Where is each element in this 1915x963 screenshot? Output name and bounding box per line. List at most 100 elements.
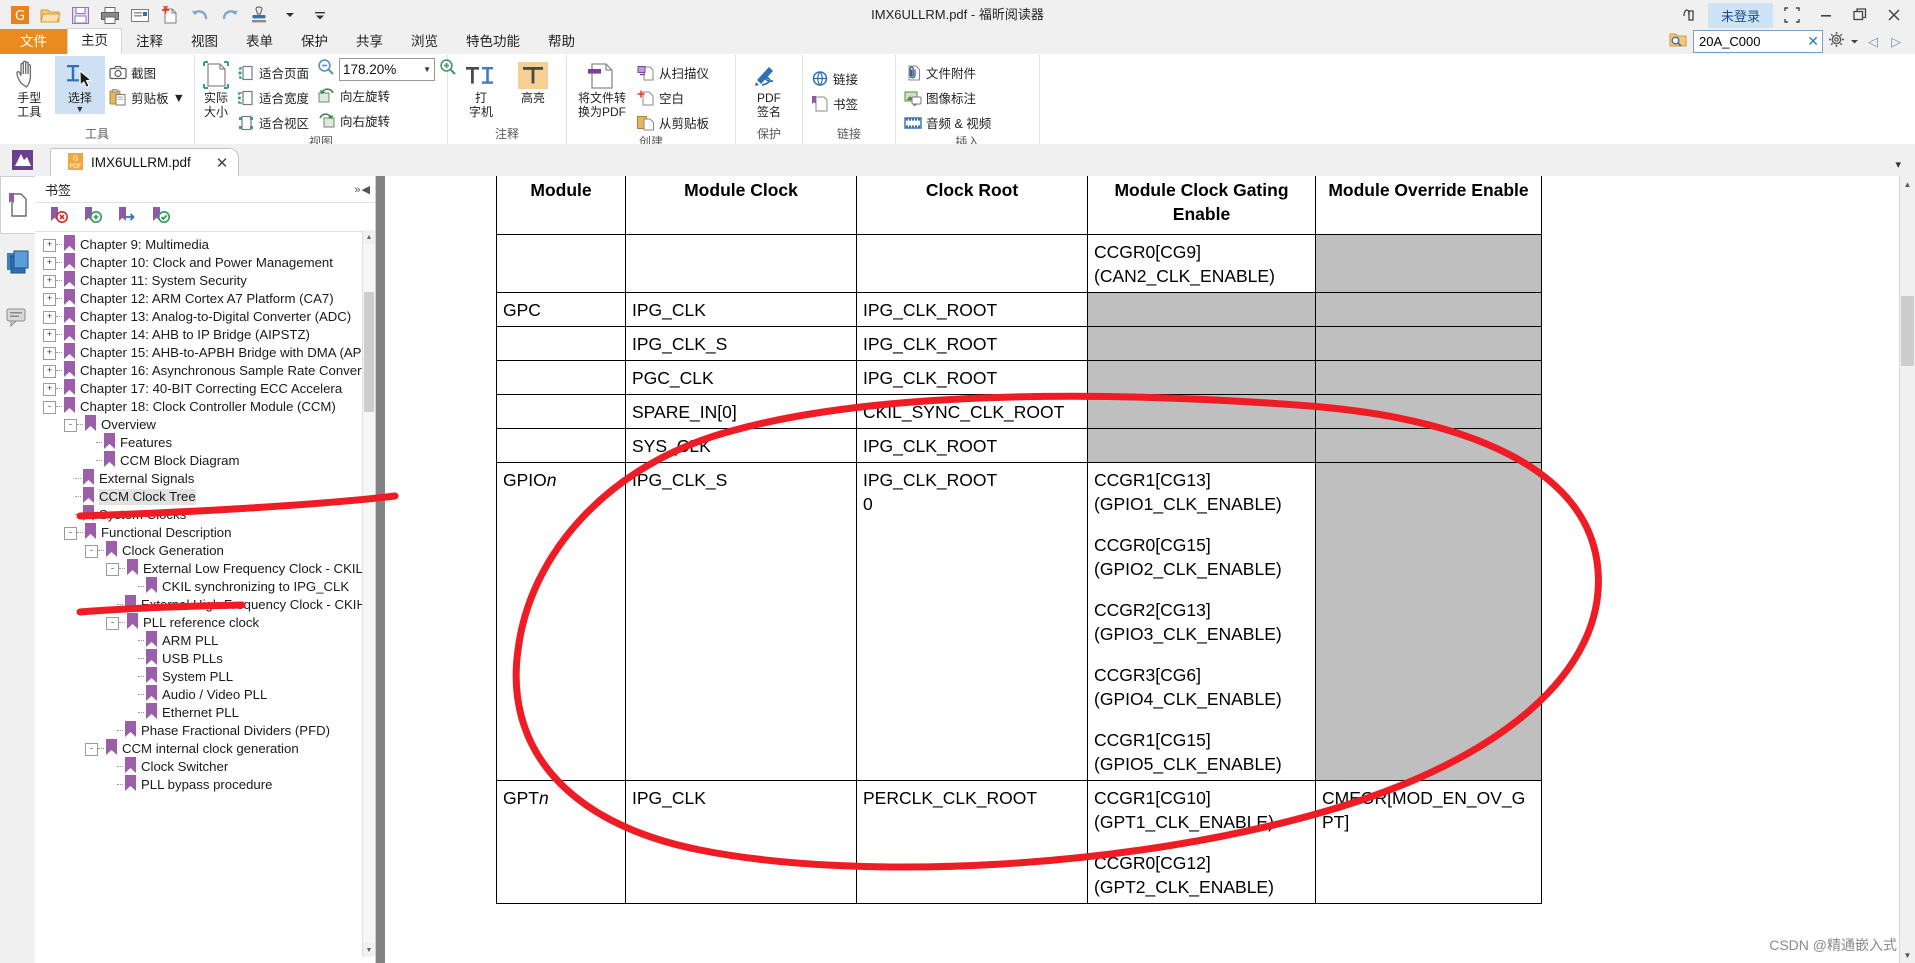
collapse-icon[interactable]: - — [106, 563, 119, 576]
rail-comments-button[interactable] — [0, 290, 35, 346]
print-icon[interactable] — [96, 2, 124, 28]
actual-size-button[interactable]: 实际 大小 — [199, 56, 233, 119]
viewer-scroll-up-icon[interactable]: ▲ — [1900, 176, 1915, 192]
bookmark-item[interactable]: System PLL — [35, 668, 375, 686]
fullscreen-icon[interactable] — [1777, 2, 1807, 28]
bookmarks-panel-collapse-icons[interactable]: » ◀ — [354, 183, 369, 196]
bookmark-button[interactable]: 书签 — [807, 91, 863, 116]
pdf-sign-button[interactable]: PDF 签名 — [743, 56, 795, 119]
search-dropdown-icon[interactable] — [1850, 33, 1859, 51]
bookmark-item[interactable]: -CCM internal clock generation — [35, 740, 375, 758]
document-tab[interactable]: GPDF IMX6ULLRM.pdf ✕ — [50, 148, 239, 176]
tab-view[interactable]: 视图 — [177, 30, 232, 54]
fit-visible-button[interactable]: 适合视区 — [233, 110, 314, 135]
new-document-icon[interactable] — [156, 2, 184, 28]
blank-page-button[interactable]: 空白 — [633, 85, 714, 110]
attachment-button[interactable]: 文件附件 — [900, 60, 996, 85]
zoom-dropdown-icon[interactable]: ▼ — [423, 65, 431, 74]
stamp-icon[interactable] — [246, 2, 274, 28]
bookmarks-tree[interactable]: +Chapter 9: Multimedia+Chapter 10: Clock… — [35, 232, 375, 963]
expand-icon[interactable]: + — [43, 329, 56, 342]
hand-pointer-icon[interactable] — [1674, 2, 1704, 28]
expand-icon[interactable]: + — [43, 293, 56, 306]
bookmark-goto-icon[interactable] — [117, 206, 137, 229]
tab-features[interactable]: 特色功能 — [452, 30, 534, 54]
bookmark-item[interactable]: +Chapter 10: Clock and Power Management — [35, 254, 375, 272]
rail-bookmarks-button[interactable] — [0, 176, 36, 234]
bookmark-item[interactable]: CCM Clock Tree — [35, 488, 375, 506]
tab-help[interactable]: 帮助 — [534, 30, 589, 54]
foxit-logo-icon[interactable]: G — [6, 2, 34, 28]
tab-file[interactable]: 文件 — [0, 29, 67, 54]
link-button[interactable]: 链接 — [807, 66, 863, 91]
highlight-button[interactable]: 高亮 — [507, 56, 559, 105]
bookmark-item[interactable]: +Chapter 16: Asynchronous Sample Rate Co… — [35, 362, 375, 380]
collapse-icon[interactable]: - — [64, 419, 77, 432]
bookmark-item[interactable]: +Chapter 12: ARM Cortex A7 Platform (CA7… — [35, 290, 375, 308]
bookmark-item[interactable]: CCM Block Diagram — [35, 452, 375, 470]
collapse-left-icon[interactable]: ◀ — [362, 184, 369, 196]
clipboard-dropdown-icon[interactable]: ▼ — [173, 91, 185, 105]
email-icon[interactable] — [126, 2, 154, 28]
expand-more-icon[interactable]: » — [354, 184, 359, 196]
bookmark-item[interactable]: CKIL synchronizing to IPG_CLK — [35, 578, 375, 596]
bookmark-item[interactable]: USB PLLs — [35, 650, 375, 668]
bookmark-item[interactable]: -Clock Generation — [35, 542, 375, 560]
expand-icon[interactable]: + — [43, 365, 56, 378]
file-to-pdf-button[interactable]: 将文件转 换为PDF — [571, 56, 633, 119]
expand-icon[interactable]: + — [43, 239, 56, 252]
bookmark-item[interactable]: Clock Switcher — [35, 758, 375, 776]
fit-width-button[interactable]: 适合宽度 — [233, 85, 314, 110]
fit-page-button[interactable]: 适合页面 — [233, 60, 314, 85]
tab-comment[interactable]: 注释 — [122, 30, 177, 54]
viewer-scrollbar[interactable]: ▲ ▼ — [1899, 176, 1915, 963]
search-clear-icon[interactable]: ✕ — [1807, 33, 1819, 50]
document-tab-close-icon[interactable]: ✕ — [216, 154, 229, 172]
tab-strip-collapse-icon[interactable]: ▾ — [1895, 158, 1915, 176]
search-next-button[interactable]: ▷ — [1887, 34, 1905, 50]
bookmark-item[interactable]: External High Frequency Clock - CKIH and — [35, 596, 375, 614]
gear-icon[interactable] — [1828, 31, 1845, 53]
undo-icon[interactable] — [186, 2, 214, 28]
bookmarks-scrollbar[interactable]: ▲ ▼ — [362, 230, 375, 957]
expand-icon[interactable]: + — [43, 383, 56, 396]
bookmark-item[interactable]: -PLL reference clock — [35, 614, 375, 632]
bookmark-delete-icon[interactable] — [49, 206, 69, 229]
save-icon[interactable] — [66, 2, 94, 28]
clipboard-button[interactable]: 剪贴板 ▼ — [105, 85, 190, 110]
expand-icon[interactable]: + — [43, 347, 56, 360]
close-icon[interactable] — [1879, 2, 1909, 28]
bookmark-item[interactable]: +Chapter 14: AHB to IP Bridge (AIPSTZ) — [35, 326, 375, 344]
quick-access-dropdown-icon[interactable] — [276, 2, 304, 28]
tab-protect[interactable]: 保护 — [287, 30, 342, 54]
zoom-level-input[interactable]: 178.20% ▼ — [339, 58, 435, 81]
rail-pages-button[interactable] — [0, 234, 35, 290]
bookmark-item[interactable]: +Chapter 17: 40-BIT Correcting ECC Accel… — [35, 380, 375, 398]
bookmark-add-icon[interactable] — [83, 206, 103, 229]
zoom-out-icon[interactable] — [317, 58, 335, 81]
bookmark-item[interactable]: +Chapter 9: Multimedia — [35, 236, 375, 254]
select-tool-dropdown-icon[interactable]: ▼ — [75, 105, 84, 114]
collapse-icon[interactable]: - — [106, 617, 119, 630]
bookmark-item[interactable]: System Clocks — [35, 506, 375, 524]
bookmark-item[interactable]: ARM PLL — [35, 632, 375, 650]
bookmark-item[interactable]: +Chapter 13: Analog-to-Digital Converter… — [35, 308, 375, 326]
pdf-viewer[interactable]: ModuleModule ClockClock RootModule Clock… — [376, 176, 1915, 963]
bookmark-item[interactable]: Phase Fractional Dividers (PFD) — [35, 722, 375, 740]
search-folder-icon[interactable] — [1669, 31, 1688, 53]
bookmark-item[interactable]: +Chapter 11: System Security — [35, 272, 375, 290]
rotate-right-button[interactable]: 向右旋转 — [314, 108, 460, 133]
bookmark-item[interactable]: -Overview — [35, 416, 375, 434]
bookmarks-scroll-thumb[interactable] — [364, 292, 374, 412]
viewer-scroll-thumb[interactable] — [1901, 296, 1914, 366]
sign-in-status[interactable]: 未登录 — [1708, 3, 1773, 28]
typewriter-button[interactable]: 打 字机 — [455, 56, 507, 119]
bookmarks-scroll-up-icon[interactable]: ▲ — [363, 230, 375, 244]
bookmark-item[interactable]: External Signals — [35, 470, 375, 488]
bookmark-item[interactable]: -Chapter 18: Clock Controller Module (CC… — [35, 398, 375, 416]
rotate-left-button[interactable]: 向左旋转 — [314, 83, 460, 108]
collapse-icon[interactable]: - — [85, 545, 98, 558]
bookmarks-scroll-down-icon[interactable]: ▼ — [363, 943, 375, 957]
bookmark-item[interactable]: Ethernet PLL — [35, 704, 375, 722]
from-clipboard-button[interactable]: 从剪贴板 — [633, 110, 714, 135]
